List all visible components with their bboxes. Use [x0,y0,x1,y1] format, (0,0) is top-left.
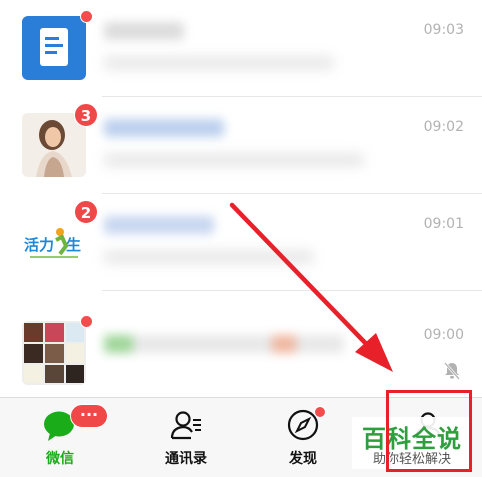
unread-count-badge: 2 [74,200,98,224]
chat-item[interactable]: 09:00 [0,291,482,397]
unread-dot [80,10,93,23]
blurred-message-preview [104,56,334,70]
blurred-message-preview [104,250,314,264]
chat-time: 09:02 [423,119,464,135]
blurred-chat-name [104,335,344,353]
tab-discover[interactable]: 发现 [243,398,363,477]
blurred-message-preview [104,153,364,167]
chat-time: 09:01 [423,216,464,232]
chat-item[interactable]: 3 09:02 [0,97,482,194]
svg-text:生: 生 [66,236,81,254]
avatar: 活力 生 2 [22,200,98,274]
blurred-chat-name [104,119,224,137]
chat-time: 09:00 [423,327,464,343]
tab-contacts[interactable]: 通讯录 [126,398,246,477]
tab-label: 发现 [289,451,317,467]
tab-label: 微信 [46,451,74,467]
avatar [22,10,93,80]
unread-dot [80,315,93,328]
annotation-highlight-box [386,390,472,472]
unread-count-badge: 3 [74,103,98,127]
chat-item[interactable]: 活力 生 2 09:01 [0,194,482,291]
svg-text:活力: 活力 [24,236,54,254]
group-avatar-grid [22,321,86,385]
contacts-icon [170,411,201,440]
tab-chats[interactable]: ··· 微信 [0,398,120,477]
tab-label: 通讯录 [165,451,207,467]
blurred-chat-name [104,216,214,234]
document-icon [40,28,68,66]
mute-bell-icon [444,362,460,380]
chat-item[interactable]: 09:03 [0,0,482,97]
wechat-screen: 09:03 3 09:02 活力 生 2 09:01 09:00 ··· 微信 … [0,0,482,477]
chat-time: 09:03 [423,22,464,38]
avatar: 3 [22,103,98,177]
discover-unread-dot [314,406,326,418]
avatar [22,315,93,385]
blurred-chat-name [104,22,184,40]
chats-more-badge: ··· [70,404,108,428]
